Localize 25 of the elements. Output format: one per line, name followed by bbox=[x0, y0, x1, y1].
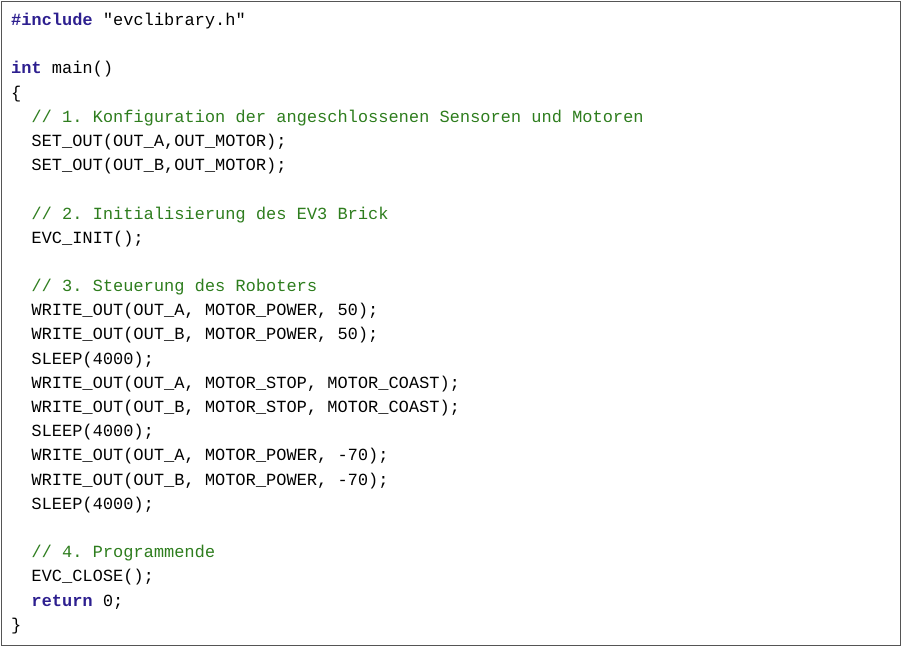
code-keyword: int bbox=[11, 60, 42, 80]
code-comment: // 4. Programmende bbox=[30, 544, 216, 564]
code-comment: // 2. Initialisierung des EV3 Brick bbox=[30, 206, 388, 224]
code-text: "evclibrary.h" bbox=[102, 12, 246, 31]
code-text: SLEEP(4000); bbox=[30, 496, 154, 515]
code-text: { bbox=[11, 84, 22, 104]
code-text: } bbox=[11, 616, 22, 636]
code-text: SET_OUT(OUT_B,OUT_MOTOR); bbox=[30, 157, 286, 176]
code-text: SLEEP(4000); bbox=[30, 350, 154, 370]
code-text: WRITE_OUT(OUT_A, MOTOR_STOP, MOTOR_COAST); bbox=[30, 374, 460, 394]
code-text: WRITE_OUT(OUT_B, MOTOR_STOP, MOTOR_COAST); bbox=[30, 399, 460, 418]
code-text: EVC_INIT(); bbox=[30, 230, 144, 249]
code-keyword: #include bbox=[11, 12, 93, 31]
code-text: SET_OUT(OUT_A,OUT_MOTOR); bbox=[30, 132, 286, 152]
code-text: WRITE_OUT(OUT_A, MOTOR_POWER, 50); bbox=[30, 302, 378, 322]
code-text: EVC_CLOSE(); bbox=[30, 568, 154, 588]
code-text: WRITE_OUT(OUT_A, MOTOR_POWER, -70); bbox=[30, 447, 388, 466]
code-text: SLEEP(4000); bbox=[30, 423, 154, 442]
code-text: WRITE_OUT(OUT_B, MOTOR_POWER, -70); bbox=[30, 472, 388, 491]
code-comment: // 3. Steuerung des Roboters bbox=[30, 278, 318, 298]
code-comment: // 1. Konfiguration der angeschlossenen Sensoren und Motoren bbox=[30, 108, 644, 128]
code-text: 0; bbox=[102, 592, 124, 612]
code-text: main() bbox=[50, 60, 114, 80]
code-keyword: return bbox=[30, 592, 93, 612]
code-text: WRITE_OUT(OUT_B, MOTOR_POWER, 50); bbox=[30, 326, 378, 346]
